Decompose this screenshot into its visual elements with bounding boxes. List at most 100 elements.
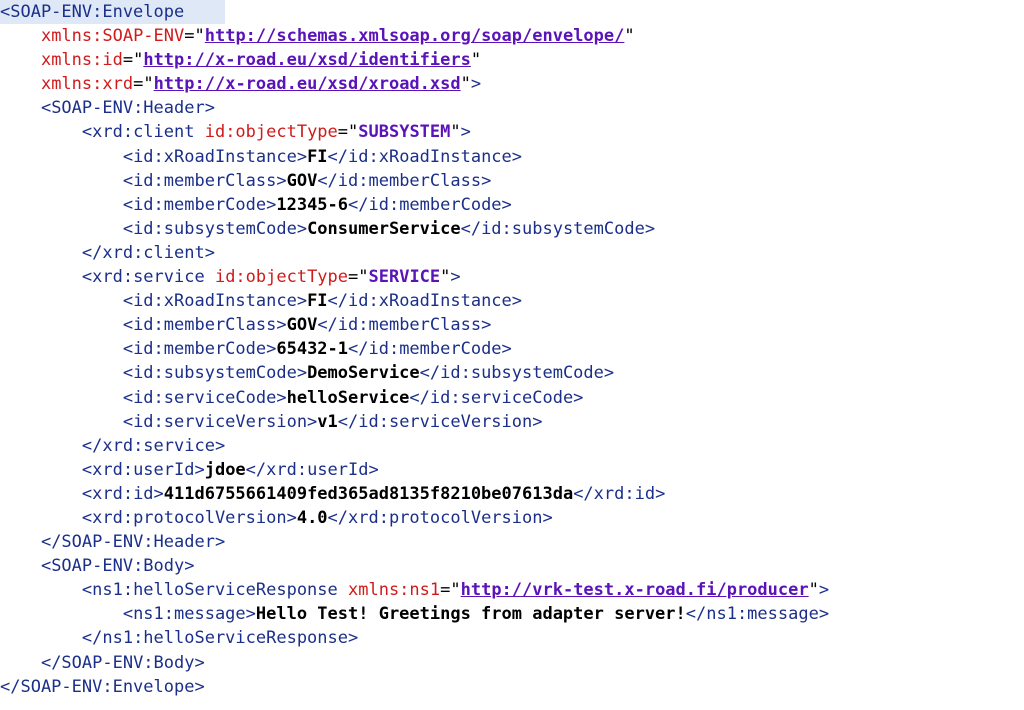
code-line: <ns1:message>Hello Test! Greetings from …	[0, 602, 1024, 626]
xml-tag: </xrd:client>	[81, 242, 215, 263]
xml-text-value: FI	[307, 291, 328, 312]
xml-text-value: GOV	[286, 315, 318, 336]
xml-equals-quote: ="	[348, 267, 369, 288]
xml-tag: <id:serviceCode>	[122, 387, 287, 408]
xml-tag: </ns1:helloServiceResponse>	[81, 628, 359, 649]
xml-namespace-link[interactable]: http://vrk-test.x-road.fi/producer	[461, 580, 809, 600]
xml-attribute-name: xmlns:id	[40, 50, 123, 71]
code-line: <xrd:service id:objectType="SERVICE">	[0, 265, 1024, 289]
xml-tag: </id:memberClass>	[317, 315, 492, 336]
xml-tag: >	[470, 74, 482, 95]
code-line: <id:memberCode>12345-6</id:memberCode>	[0, 193, 1024, 217]
code-line: <id:xRoadInstance>FI</id:xRoadInstance>	[0, 145, 1024, 169]
xml-text-value: DemoService	[307, 363, 420, 384]
code-line: <id:subsystemCode>DemoService</id:subsys…	[0, 361, 1024, 385]
code-line: <id:memberClass>GOV</id:memberClass>	[0, 313, 1024, 337]
xml-tag: <id:memberClass>	[122, 170, 287, 191]
xml-equals-quote: ="	[133, 74, 154, 95]
code-line: <SOAP-ENV:Header>	[0, 96, 1024, 120]
xml-tag: <ns1:helloServiceResponse	[81, 580, 348, 601]
xml-text-value: GOV	[286, 170, 318, 191]
xml-tag: >	[450, 267, 461, 288]
xml-tag: <SOAP-ENV:Body>	[40, 556, 195, 577]
code-line: xmlns:SOAP-ENV="http://schemas.xmlsoap.o…	[0, 24, 1024, 48]
xml-namespace-link[interactable]: http://x-road.eu/xsd/xroad.xsd	[154, 74, 461, 94]
code-line: </SOAP-ENV:Envelope>	[0, 675, 1024, 699]
code-line: <id:serviceVersion>v1</id:serviceVersion…	[0, 410, 1024, 434]
xml-tag: <xrd:service	[81, 267, 215, 288]
xml-text-value: 12345-6	[276, 194, 349, 215]
code-line: <xrd:protocolVersion>4.0</xrd:protocolVe…	[0, 506, 1024, 530]
xml-tag: </SOAP-ENV:Envelope>	[0, 676, 205, 697]
xml-tag: </xrd:service>	[81, 435, 226, 456]
xml-attribute-name: xmlns:SOAP-ENV	[40, 26, 185, 47]
xml-text-value: 65432-1	[276, 339, 349, 360]
xml-tag: <id:memberCode>	[122, 194, 277, 215]
code-line: <id:memberClass>GOV</id:memberClass>	[0, 169, 1024, 193]
xml-tag: </xrd:id>	[573, 483, 666, 504]
xml-tag: </id:subsystemCode>	[419, 363, 615, 384]
xml-tag: </SOAP-ENV:Header>	[40, 532, 226, 553]
xml-text-value: v1	[317, 411, 338, 432]
xml-text-value: jdoe	[204, 459, 246, 480]
xml-quote: "	[450, 122, 461, 143]
xml-tag: <SOAP-ENV:Header>	[40, 98, 215, 119]
xml-quote: "	[808, 580, 819, 601]
code-line: </xrd:service>	[0, 434, 1024, 458]
code-line: <ns1:helloServiceResponse xmlns:ns1="htt…	[0, 578, 1024, 602]
xml-tag: </xrd:userId>	[245, 459, 379, 480]
xml-tag: </id:memberCode>	[348, 194, 512, 215]
xml-tag: </id:subsystemCode>	[460, 218, 656, 239]
xml-tag: </id:serviceVersion>	[337, 411, 543, 432]
xml-tag: </id:memberCode>	[348, 339, 512, 360]
xml-equals-quote: ="	[337, 122, 359, 143]
xml-tag: </ns1:message>	[685, 604, 830, 625]
xml-text-value: 4.0	[296, 507, 328, 528]
code-line: </ns1:helloServiceResponse>	[0, 626, 1024, 650]
code-line: </SOAP-ENV:Body>	[0, 651, 1024, 675]
xml-attribute-value: SUBSYSTEM	[358, 122, 451, 143]
xml-tag: <xrd:userId>	[81, 459, 205, 480]
xml-attribute-name: xmlns:ns1	[348, 580, 441, 601]
xml-quote: "	[440, 267, 451, 288]
xml-tag: >	[818, 580, 830, 601]
code-line: xmlns:xrd="http://x-road.eu/xsd/xroad.xs…	[0, 72, 1024, 96]
code-line: <xrd:client id:objectType="SUBSYSTEM">	[0, 120, 1024, 144]
code-line: <id:memberCode>65432-1</id:memberCode>	[0, 337, 1024, 361]
code-line: <id:xRoadInstance>FI</id:xRoadInstance>	[0, 289, 1024, 313]
xml-namespace-link[interactable]: http://x-road.eu/xsd/identifiers	[143, 50, 471, 70]
xml-tag: <xrd:client	[81, 122, 205, 143]
xml-tag: <SOAP-ENV:Envelope	[0, 2, 185, 22]
code-line: </xrd:client>	[0, 241, 1024, 265]
xml-tag: </SOAP-ENV:Body>	[40, 652, 205, 673]
xml-tag: <ns1:message>	[122, 604, 256, 625]
xml-quote: "	[470, 50, 482, 71]
xml-namespace-link[interactable]: http://schemas.xmlsoap.org/soap/envelope…	[205, 26, 625, 46]
xml-tag: <id:xRoadInstance>	[122, 146, 308, 167]
xml-text-value: ConsumerService	[307, 218, 461, 239]
xml-quote: "	[624, 26, 635, 47]
code-line: <xrd:userId>jdoe</xrd:userId>	[0, 458, 1024, 482]
xml-attribute-name: id:objectType	[214, 267, 349, 288]
code-line: <id:subsystemCode>ConsumerService</id:su…	[0, 217, 1024, 241]
code-line: xmlns:id="http://x-road.eu/xsd/identifie…	[0, 48, 1024, 72]
xml-tag: <id:subsystemCode>	[122, 363, 308, 384]
xml-text-value: helloService	[286, 387, 410, 408]
xml-equals-quote: ="	[184, 26, 205, 47]
xml-equals-quote: ="	[440, 580, 461, 601]
code-line: <SOAP-ENV:Envelope	[0, 0, 225, 25]
xml-tag: >	[460, 122, 471, 143]
